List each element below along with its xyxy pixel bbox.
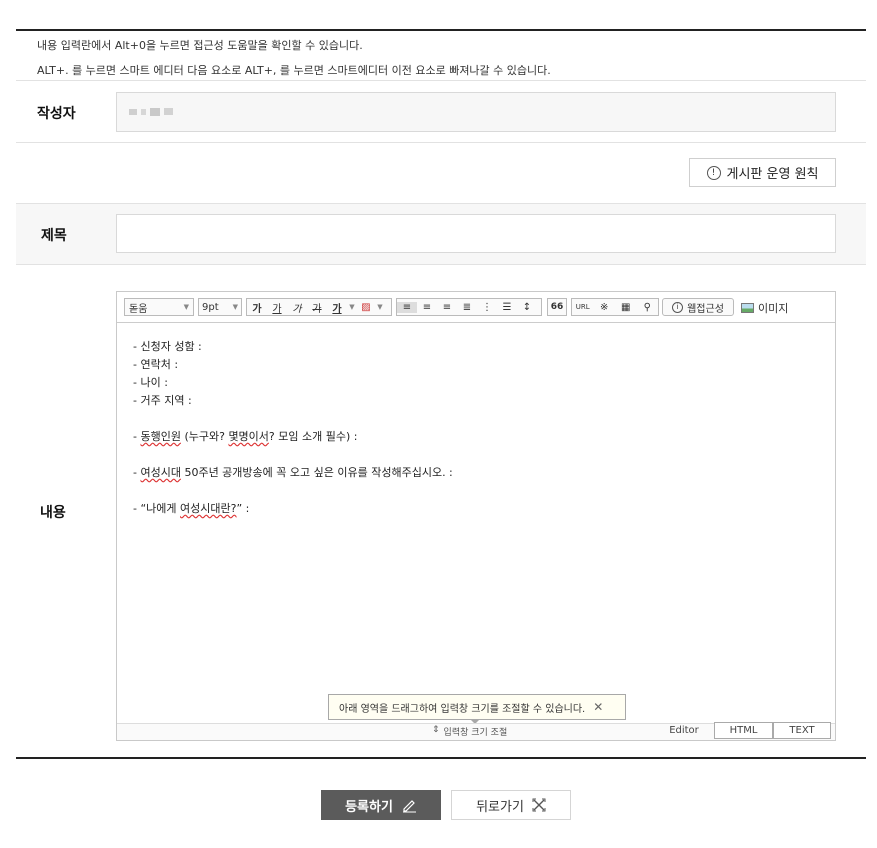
mode-tab-html[interactable]: HTML — [714, 722, 773, 739]
quote-icon: 66 — [550, 302, 564, 312]
board-policy-label: 게시판 운영 원칙 — [726, 167, 819, 182]
bottom-divider — [16, 757, 866, 759]
content-line: - 거주 지역 : — [133, 394, 192, 407]
align-right-icon[interactable]: ≡ — [437, 302, 457, 313]
link-button[interactable]: URL — [572, 303, 594, 311]
content-line — [133, 482, 453, 500]
divider — [16, 142, 866, 143]
content-line: - 여성시대 50주년 공개방송에 꼭 오고 싶은 이유를 작성해주십시오. : — [133, 466, 453, 479]
search-icon[interactable]: ⚲ — [637, 302, 659, 313]
font-size-value: 9pt — [202, 301, 219, 313]
subject-label: 제목 — [41, 228, 67, 244]
web-accessibility-label: 웹접근성 — [687, 303, 724, 315]
font-color-button[interactable]: 가 — [327, 300, 347, 315]
image-button[interactable]: 이미지 — [741, 300, 788, 316]
info-circle-icon: i — [672, 301, 684, 313]
font-select-value: 돋움 — [129, 303, 148, 315]
italic-button[interactable]: 가 — [287, 300, 307, 315]
subject-input[interactable] — [116, 214, 836, 253]
board-policy-button[interactable]: ! 게시판 운영 원칙 — [689, 158, 836, 187]
text-style-group: 가 가 가 가 가 ▼ ▨ ▼ — [246, 298, 392, 316]
align-justify-icon[interactable]: ≣ — [457, 302, 477, 313]
content-line — [133, 446, 453, 464]
blurred-author-name — [129, 107, 173, 117]
submit-label: 등록하기 — [345, 799, 393, 815]
author-field — [116, 92, 836, 132]
bold-button[interactable]: 가 — [247, 300, 267, 315]
smart-editor: 돋움 ▼ 9pt ▼ 가 가 가 가 가 ▼ ▨ ▼ ≡ ≡ ≡ ≣ ⋮ ☰ ↕… — [116, 291, 836, 741]
content-line: - 연락처 : — [133, 358, 179, 371]
resize-tooltip-text: 아래 영역을 드래그하여 입력창 크기를 조절할 수 있습니다. — [339, 703, 586, 715]
help-text-line2: ALT+. 를 누르면 스마트 에디터 다음 요소로 ALT+, 를 누르면 스… — [37, 64, 551, 77]
submit-button[interactable]: 등록하기 — [321, 790, 441, 820]
resize-handle[interactable]: ⇕ 입력창 크기 조절 — [432, 725, 507, 738]
resize-arrows-icon: ⇕ — [432, 725, 440, 735]
align-center-icon[interactable]: ≡ — [417, 302, 437, 313]
font-select[interactable]: 돋움 ▼ — [124, 298, 194, 316]
content-line: - 나이 : — [133, 376, 168, 389]
content-line — [133, 410, 453, 428]
pencil-icon — [402, 800, 416, 813]
highlight-icon[interactable]: ▨ — [357, 302, 375, 313]
alert-circle-icon: ! — [706, 165, 721, 180]
back-button[interactable]: 뒤로가기 — [451, 790, 571, 820]
quote-button[interactable]: 66 — [547, 298, 567, 316]
author-label: 작성자 — [37, 106, 76, 122]
image-label: 이미지 — [758, 302, 789, 315]
web-accessibility-button[interactable]: i 웹접근성 — [662, 298, 734, 316]
font-size-select[interactable]: 9pt ▼ — [198, 298, 242, 316]
divider — [16, 264, 866, 265]
numbered-list-icon[interactable]: ⋮ — [477, 302, 497, 313]
help-text-line1: 내용 입력란에서 Alt+0을 누르면 접근성 도움말을 확인할 수 있습니다. — [37, 39, 363, 52]
back-label: 뒤로가기 — [476, 799, 524, 815]
special-char-button[interactable]: ※ — [594, 302, 616, 313]
resize-handle-label: 입력창 크기 조절 — [443, 728, 508, 738]
cross-arrows-icon — [532, 798, 546, 812]
divider — [16, 80, 866, 81]
divider — [16, 203, 866, 204]
bullet-list-icon[interactable]: ☰ — [497, 302, 517, 313]
content-line: - “나에게 여성시대란?” : — [133, 502, 250, 515]
editor-content[interactable]: - 신청자 성함 : - 연락처 : - 나이 : - 거주 지역 : - 동행… — [133, 338, 453, 518]
chevron-down-icon: ▼ — [183, 303, 189, 311]
chevron-down-icon: ▼ — [232, 303, 238, 311]
mode-tab-text[interactable]: TEXT — [773, 722, 831, 739]
underline-button[interactable]: 가 — [267, 300, 287, 315]
alignment-group: ≡ ≡ ≡ ≣ ⋮ ☰ ↕ — [396, 298, 542, 316]
table-icon[interactable]: ▦ — [615, 302, 637, 313]
line-height-icon[interactable]: ↕ — [517, 302, 537, 313]
editor-toolbar: 돋움 ▼ 9pt ▼ 가 가 가 가 가 ▼ ▨ ▼ ≡ ≡ ≡ ≣ ⋮ ☰ ↕… — [117, 292, 835, 323]
image-icon — [741, 303, 754, 313]
content-line: - 동행인원 (누구와? 몇명이서? 모임 소개 필수) : — [133, 430, 358, 443]
top-divider — [16, 29, 866, 31]
chevron-down-icon[interactable]: ▼ — [347, 303, 357, 311]
resize-tooltip: 아래 영역을 드래그하여 입력창 크기를 조절할 수 있습니다. ✕ — [328, 694, 626, 720]
mode-tab-editor[interactable]: Editor — [654, 722, 714, 739]
insert-group: URL ※ ▦ ⚲ — [571, 298, 659, 316]
content-line: - 신청자 성함 : — [133, 340, 202, 353]
close-icon[interactable]: ✕ — [593, 700, 603, 714]
content-label: 내용 — [40, 505, 66, 521]
chevron-down-icon[interactable]: ▼ — [375, 303, 385, 311]
align-left-icon[interactable]: ≡ — [397, 301, 417, 313]
strikethrough-button[interactable]: 가 — [307, 300, 327, 315]
